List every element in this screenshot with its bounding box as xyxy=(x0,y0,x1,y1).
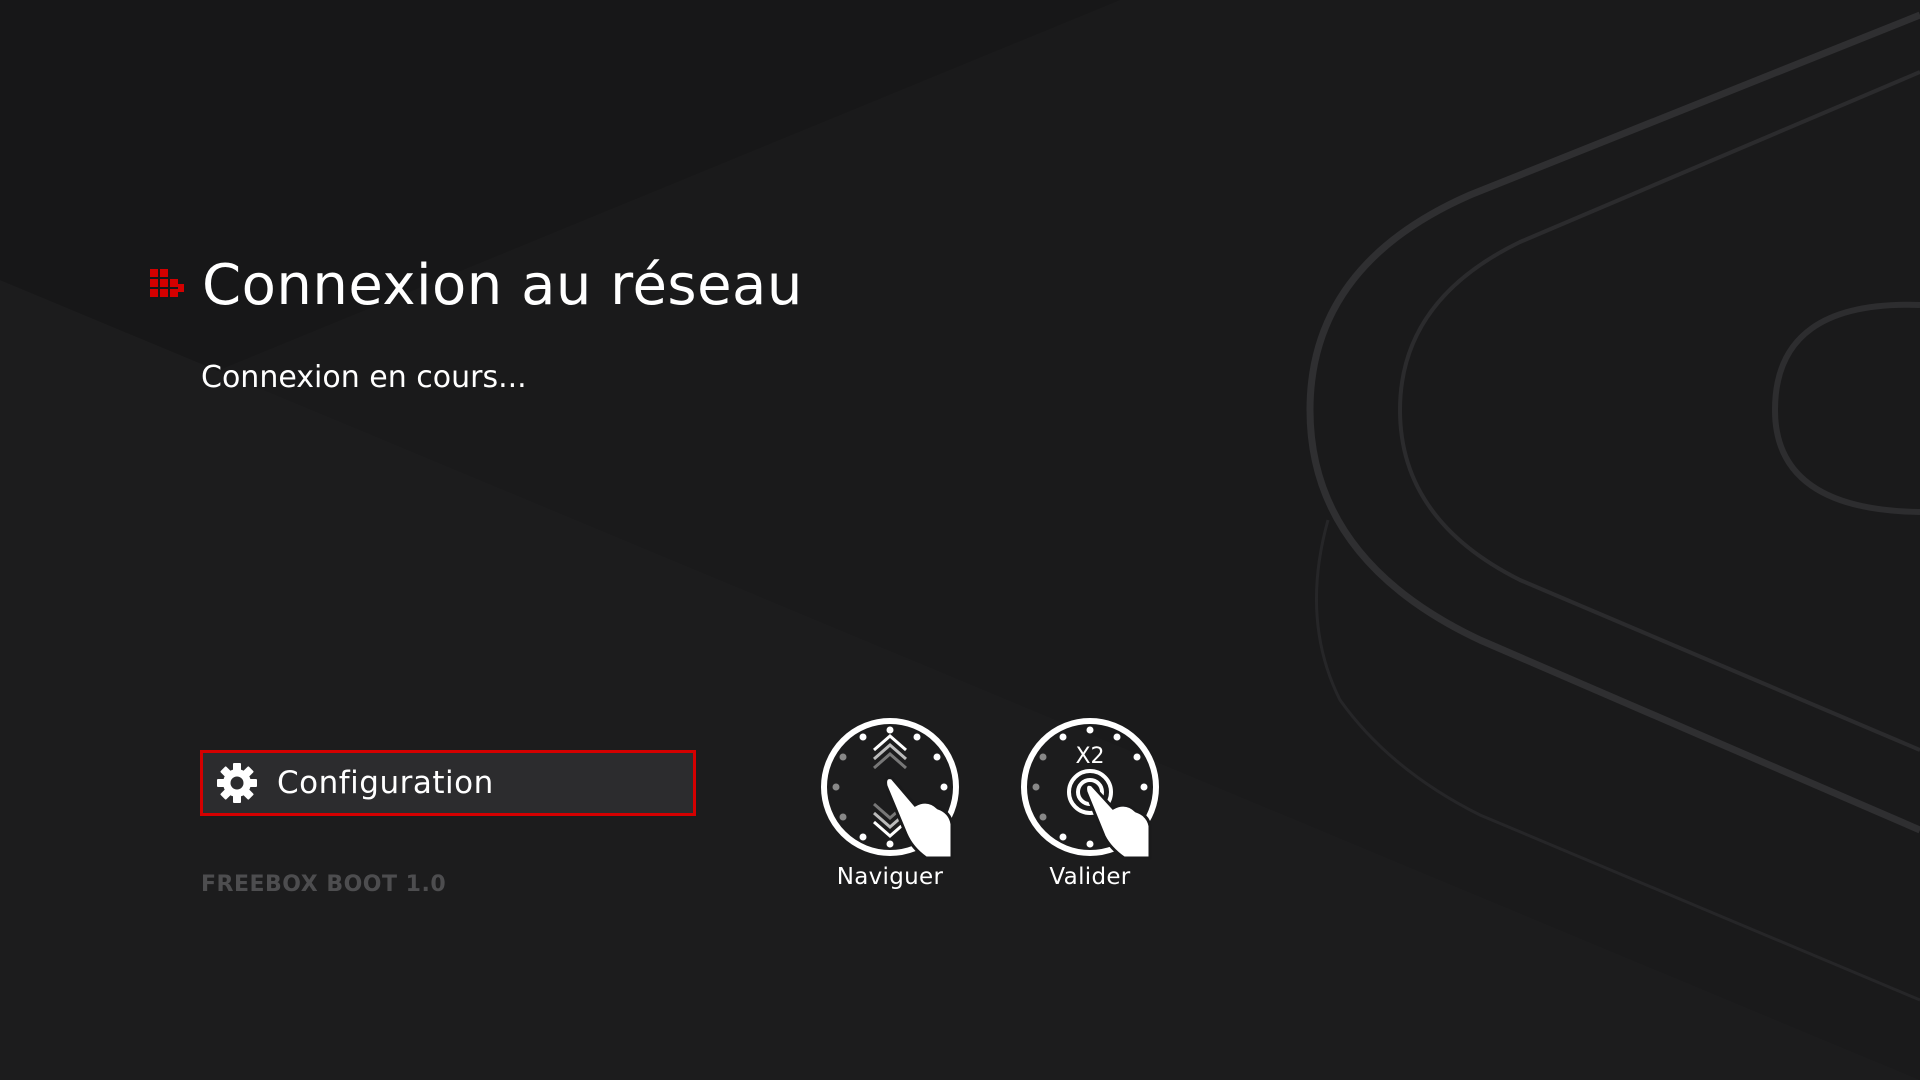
page-title: Connexion au réseau xyxy=(202,253,803,318)
configuration-button[interactable]: Configuration xyxy=(200,750,696,816)
navigate-label: Naviguer xyxy=(836,864,944,890)
background-decoration xyxy=(0,0,1920,1080)
hint-navigate: Naviguer xyxy=(800,712,980,890)
freebox-logo-icon xyxy=(150,269,184,297)
validate-label: Valider xyxy=(1049,864,1131,890)
boot-screen: Connexion au réseau Connexion en cours..… xyxy=(0,0,1920,1080)
connection-status: Connexion en cours... xyxy=(201,360,527,395)
double-press-multiplier: X2 xyxy=(1075,744,1104,769)
hint-validate: X2 Valider xyxy=(1000,712,1180,890)
configuration-label: Configuration xyxy=(277,765,494,801)
gear-icon xyxy=(217,763,257,803)
version-text: FREEBOX BOOT 1.0 xyxy=(201,872,447,897)
dial-double-press-icon: X2 xyxy=(1021,718,1159,860)
title-row: Connexion au réseau xyxy=(148,250,803,322)
dial-navigate-icon xyxy=(821,718,959,860)
